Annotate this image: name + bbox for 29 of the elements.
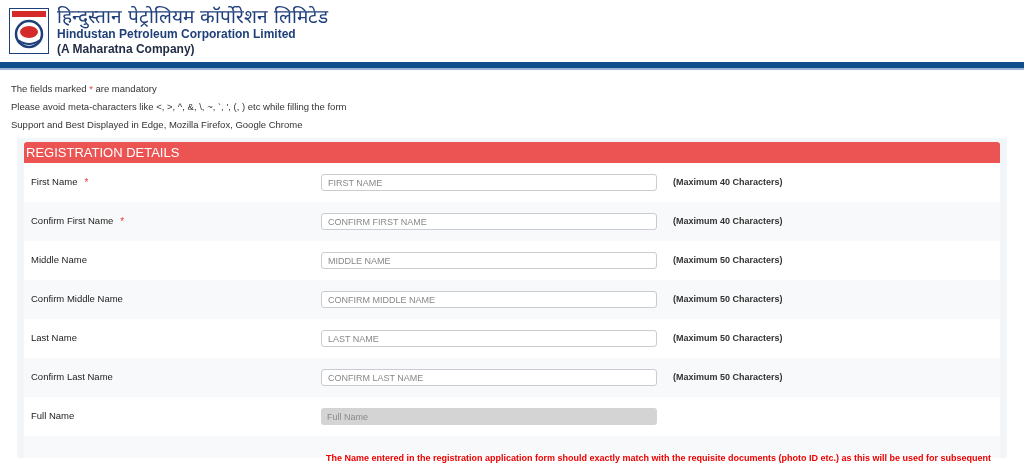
company-tagline: (A Maharatna Company) bbox=[57, 42, 196, 57]
field-label: Last Name bbox=[31, 331, 77, 346]
field-label: Middle Name bbox=[31, 253, 87, 268]
field-label: Confirm First Name bbox=[31, 214, 114, 229]
name-match-warning: The Name entered in the registration application form should exactly match with the requisite documents (photo ID etc.) as this will be used for subsequent bbox=[326, 453, 992, 463]
text-field[interactable]: FIRST NAME bbox=[321, 174, 657, 191]
required-marker: * bbox=[120, 215, 125, 229]
notice-text: Please avoid meta-characters like <, >, ^, &, \, ~, `, ', (, ) etc while filling the form bbox=[11, 100, 348, 114]
company-name: Hindustan Petroleum Corporation Limited bbox=[57, 27, 297, 42]
character-limit-hint: (Maximum 50 Characters) bbox=[673, 370, 783, 384]
section-header: REGISTRATION DETAILS bbox=[24, 142, 1000, 163]
required-marker: * bbox=[84, 176, 89, 190]
text-field[interactable]: CONFIRM FIRST NAME bbox=[321, 213, 657, 230]
notice-text: The fields marked * are mandatory bbox=[11, 82, 158, 96]
field-label: First Name bbox=[31, 175, 78, 190]
field-label: Confirm Middle Name bbox=[31, 292, 123, 307]
text-field[interactable]: MIDDLE NAME bbox=[321, 252, 657, 269]
notice-text: Support and Best Displayed in Edge, Mozilla Firefox, Google Chrome bbox=[11, 118, 304, 132]
logo-icon bbox=[9, 8, 49, 54]
field-label: Full Name bbox=[31, 409, 75, 424]
character-limit-hint: (Maximum 50 Characters) bbox=[673, 292, 783, 306]
character-limit-hint: (Maximum 50 Characters) bbox=[673, 253, 783, 267]
text-field[interactable]: LAST NAME bbox=[321, 330, 657, 347]
text-field[interactable]: CONFIRM LAST NAME bbox=[321, 369, 657, 386]
character-limit-hint: (Maximum 40 Characters) bbox=[673, 214, 783, 228]
character-limit-hint: (Maximum 40 Characters) bbox=[673, 175, 783, 189]
text-field[interactable]: CONFIRM MIDDLE NAME bbox=[321, 291, 657, 308]
character-limit-hint: (Maximum 50 Characters) bbox=[673, 331, 783, 345]
field-label: Confirm Last Name bbox=[31, 370, 113, 385]
